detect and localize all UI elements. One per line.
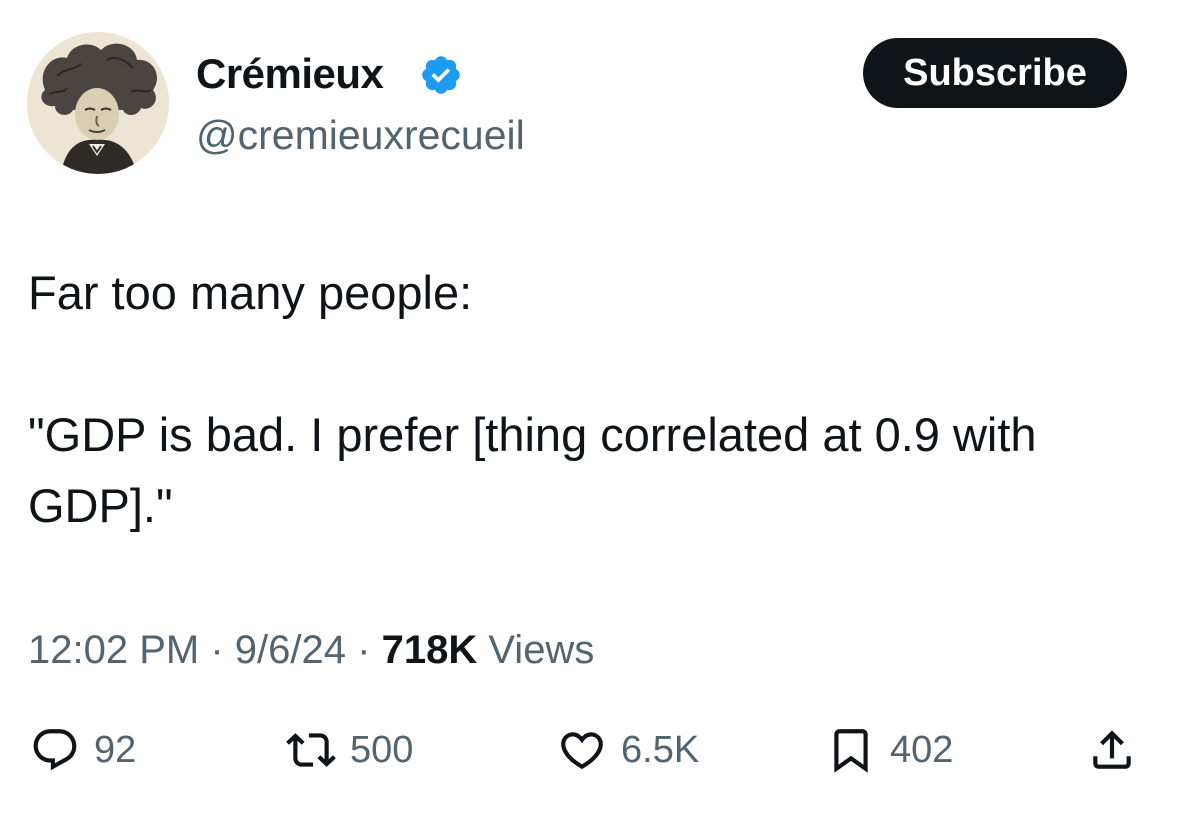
reply-count: 92 — [94, 729, 137, 771]
repost-button[interactable]: 500 — [286, 720, 413, 780]
meta-separator: · — [357, 628, 371, 672]
tweet-text-line-2: "GDP is bad. I prefer [thing correlated … — [28, 408, 1050, 532]
bookmark-button[interactable]: 402 — [826, 720, 953, 780]
share-button[interactable] — [1087, 720, 1137, 780]
views-label: Views — [488, 628, 595, 672]
avatar-illustration — [27, 32, 169, 174]
like-count: 6.5K — [621, 729, 700, 771]
avatar[interactable] — [27, 32, 169, 174]
tweet-text-line-1: Far too many people: — [28, 266, 473, 319]
verified-badge-icon[interactable] — [419, 53, 463, 97]
author-name[interactable]: Crémieux — [196, 46, 384, 102]
author-handle[interactable]: @cremieuxrecueil — [196, 108, 525, 162]
tweet-meta: 12:02 PM · 9/6/24 · 718K Views — [28, 622, 594, 678]
subscribe-button[interactable]: Subscribe — [863, 38, 1127, 108]
heart-icon — [561, 732, 603, 770]
bookmark-icon — [834, 729, 868, 773]
views-count: 718K — [381, 628, 478, 672]
reply-button[interactable]: 92 — [30, 720, 136, 780]
repost-icon — [286, 733, 336, 767]
meta-separator: · — [210, 628, 224, 672]
tweet-time[interactable]: 12:02 PM — [28, 628, 199, 672]
like-button[interactable]: 6.5K — [557, 720, 699, 780]
tweet-date[interactable]: 9/6/24 — [235, 628, 346, 672]
tweet-text: Far too many people: "GDP is bad. I pref… — [28, 257, 1148, 541]
tweet: Crémieux @cremieuxrecueil Subscribe Far … — [0, 0, 1178, 817]
repost-count: 500 — [350, 729, 414, 771]
reply-icon — [33, 729, 77, 771]
bookmark-count: 402 — [890, 729, 954, 771]
share-icon — [1093, 730, 1131, 769]
